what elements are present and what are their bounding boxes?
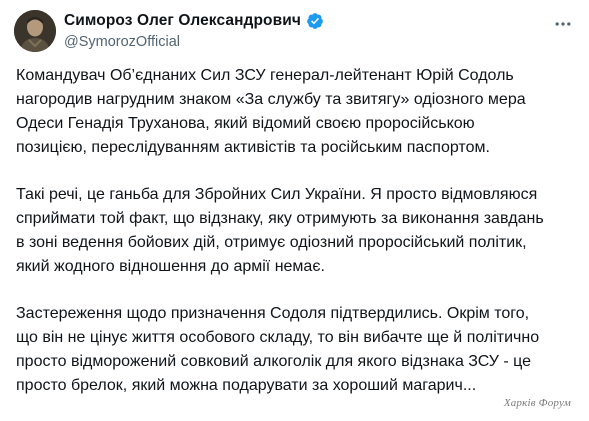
text-line: Такі речі, це ганьба для Збройних Сил Ук… [16, 186, 538, 203]
watermark: Харків Форум [503, 397, 571, 409]
text-line: сприймати той факт, що відзнаку, яку отр… [16, 210, 544, 227]
author-name-row: Симороз Олег Олександрович [64, 12, 324, 30]
text-line: Командувач Об’єднаних Сил ЗСУ генерал-ле… [16, 67, 514, 84]
text-line: що він не цінує життя особового складу, … [16, 329, 540, 346]
text-line: Одеси Генадія Труханова, який відомий св… [16, 115, 475, 132]
tweet-text: Командувач Об’єднаних Сил ЗСУ генерал-ле… [16, 64, 581, 421]
tweet-paragraph: Такі речі, це ганьба для Збройних Сил Ук… [16, 183, 581, 279]
text-line: просто брелок, який можна подарувати за … [16, 377, 477, 394]
avatar[interactable] [14, 10, 56, 52]
text-line: позицією, переслідуванням активістів та … [16, 139, 490, 156]
text-line: в зоні ведення бойових дій, отримує одіо… [16, 234, 527, 251]
text-line: який жодного відношення до армії немає. [16, 258, 325, 275]
more-options-button[interactable] [551, 12, 575, 36]
tweet-paragraph: Застереження щодо призначення Содоля під… [16, 302, 581, 398]
more-dots-icon [555, 22, 571, 26]
tweet-paragraph: Командувач Об’єднаних Сил ЗСУ генерал-ле… [16, 64, 581, 160]
text-line: просто відморожений совковий алкоголік д… [16, 353, 532, 370]
avatar-photo [14, 10, 56, 52]
author-display-name[interactable]: Симороз Олег Олександрович [64, 12, 301, 30]
text-line: Застереження щодо призначення Содоля під… [16, 305, 530, 322]
text-line: нагородив нагрудним знаком «За службу та… [16, 91, 526, 108]
author-handle[interactable]: @SymorozOfficial [64, 34, 180, 50]
tweet-card: Симороз Олег Олександрович @SymorozOffic… [0, 0, 589, 413]
verified-badge-icon [306, 12, 324, 30]
